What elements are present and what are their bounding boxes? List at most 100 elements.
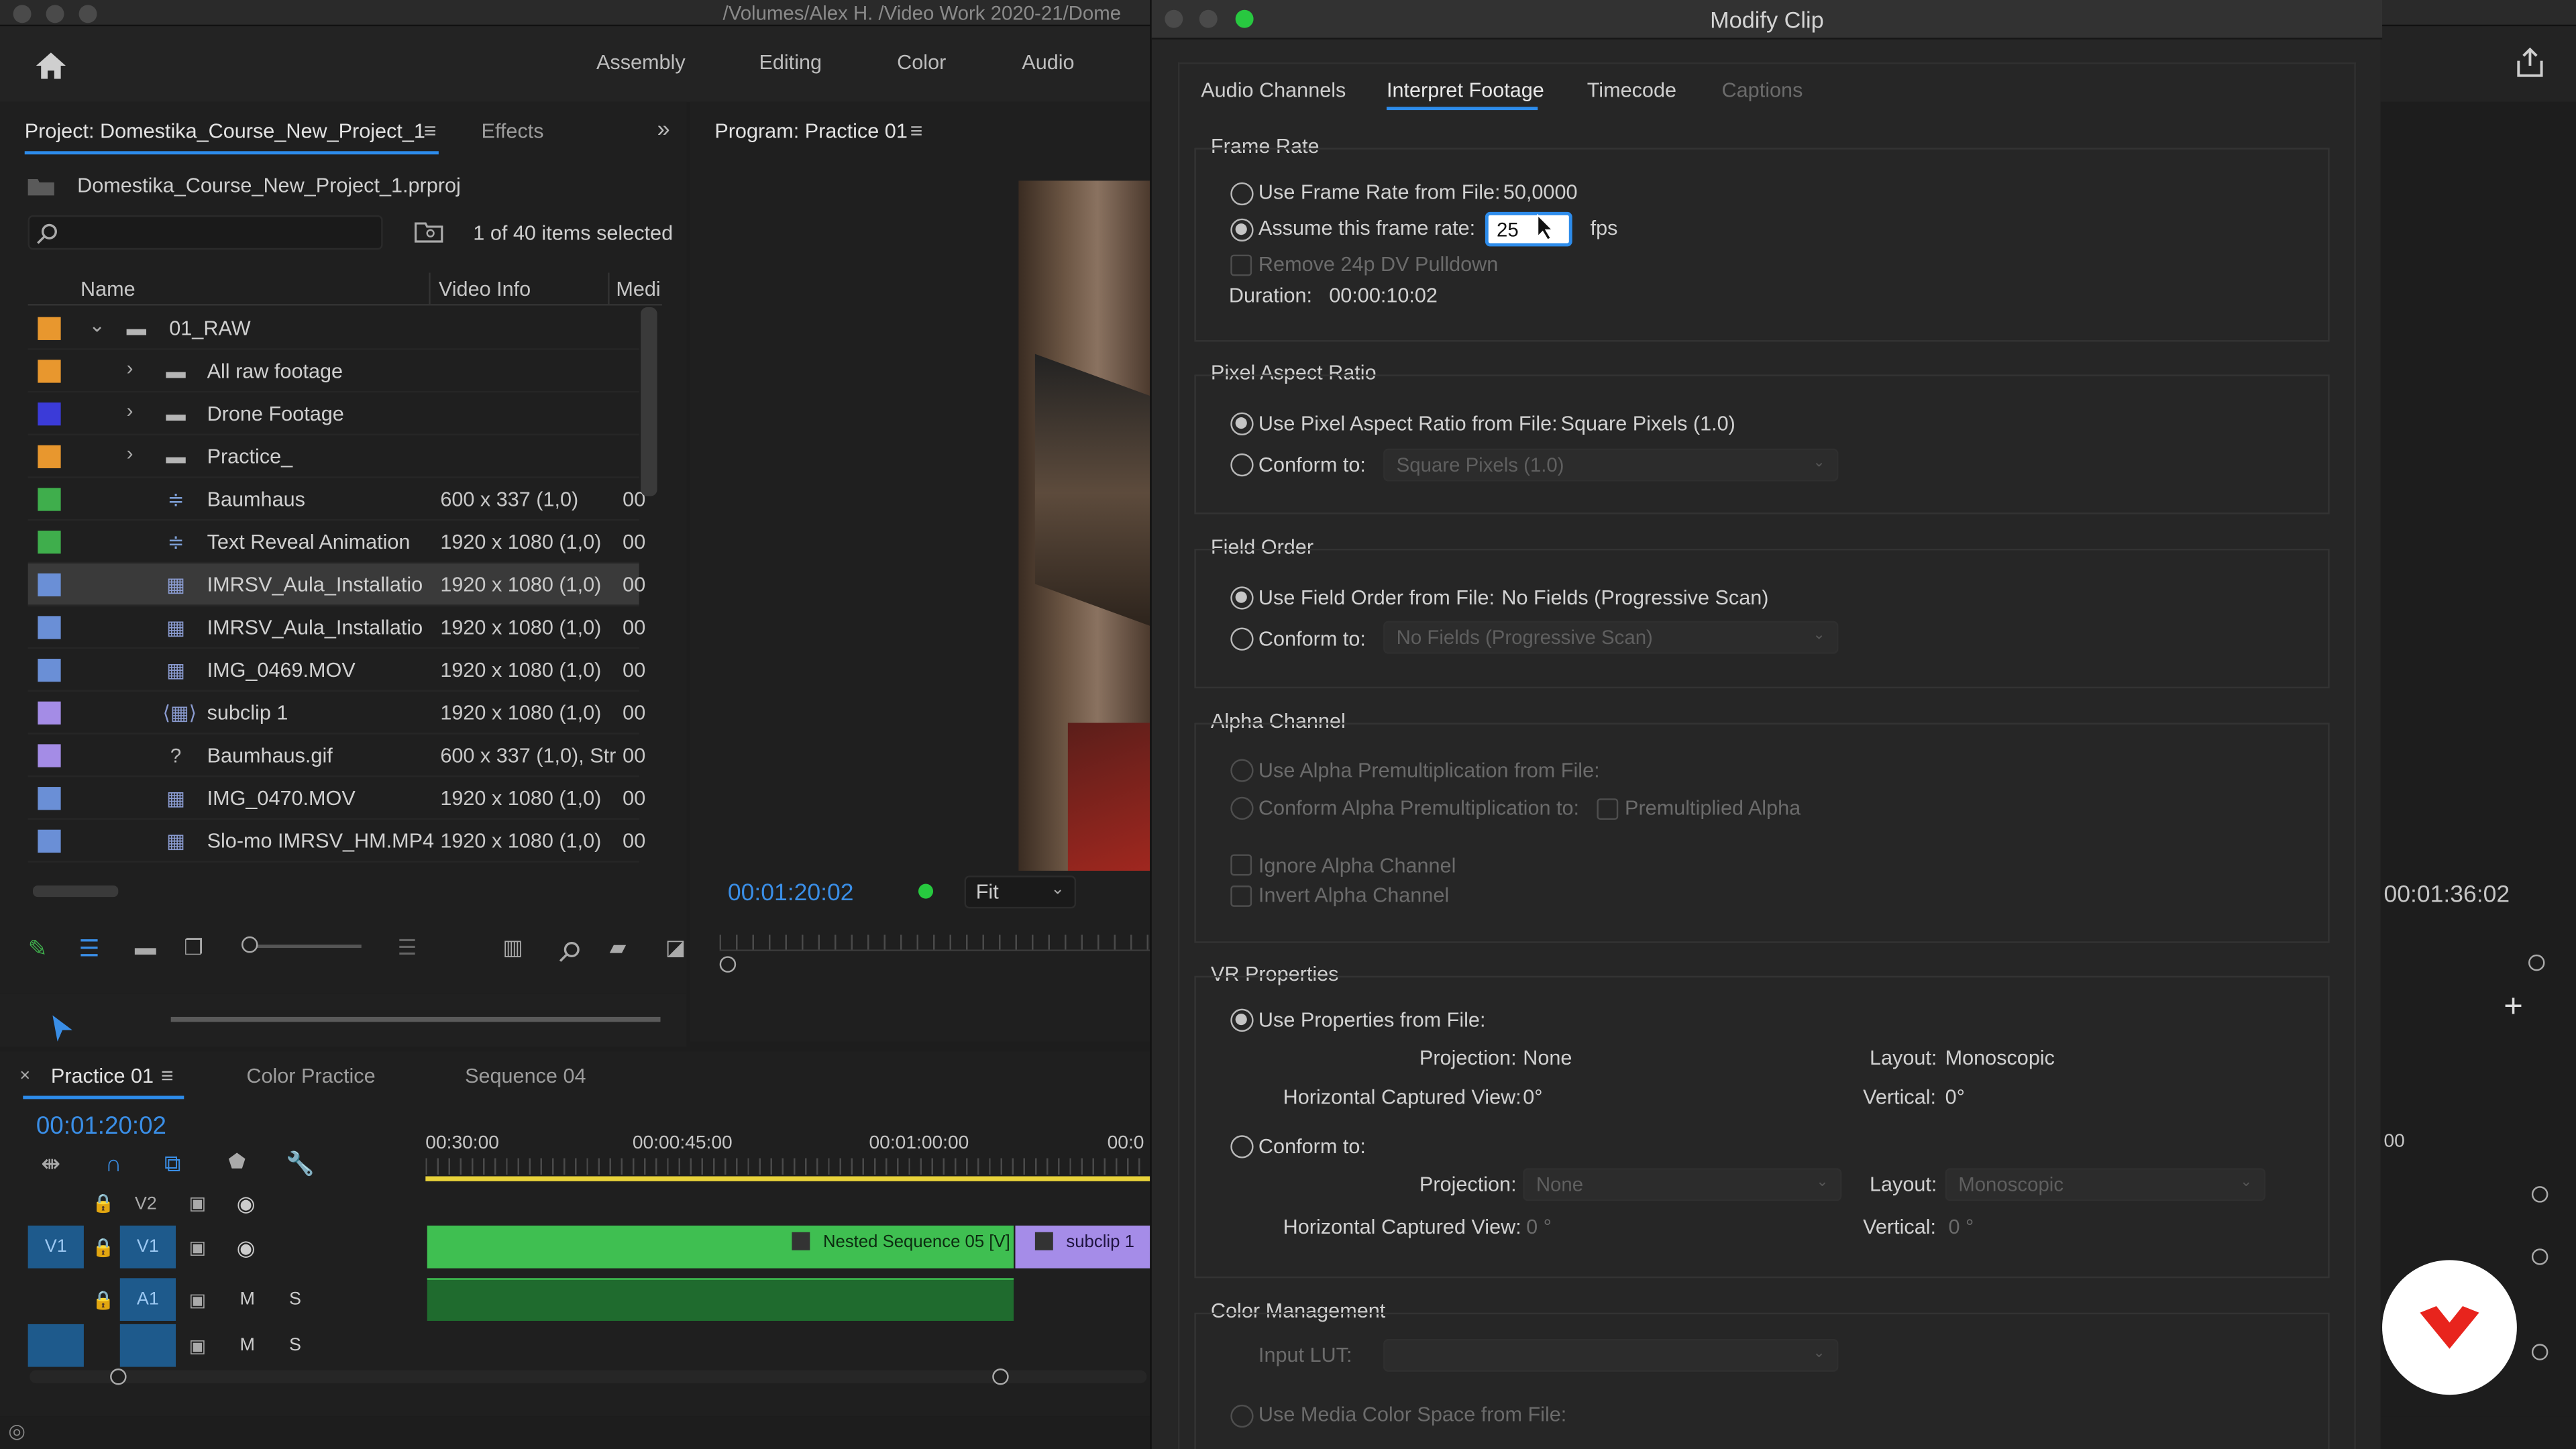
- eye-icon[interactable]: ◉: [237, 1236, 256, 1262]
- dialog-zoom-icon[interactable]: [1235, 9, 1254, 28]
- program-menu-icon[interactable]: ≡: [910, 118, 923, 143]
- add-button[interactable]: +: [2504, 989, 2523, 1026]
- linked-selection-icon[interactable]: ⧉: [164, 1150, 180, 1178]
- list-item[interactable]: ≑ Text Reveal Animation 1920 x 1080 (1,0) 0…: [28, 521, 645, 564]
- automate-icon[interactable]: ▥: [502, 934, 523, 961]
- frame-rate-input[interactable]: 25: [1485, 211, 1572, 247]
- tab-effects[interactable]: Effects: [482, 120, 544, 143]
- label-color-swatch[interactable]: [38, 488, 61, 511]
- pencil-icon[interactable]: ✎: [28, 934, 48, 963]
- chevron-down-icon[interactable]: ⌄: [89, 314, 105, 337]
- use-pixel-aspect-radio[interactable]: [1230, 412, 1254, 435]
- program-timecode[interactable]: 00:01:20:02: [728, 881, 854, 907]
- selection-tool-icon[interactable]: [49, 1014, 75, 1043]
- dialog-minimize-icon[interactable]: [1199, 9, 1218, 28]
- workspace-color[interactable]: Color: [897, 51, 946, 74]
- project-menu-icon[interactable]: ≡: [424, 118, 437, 143]
- new-bin-icon[interactable]: ▰: [610, 934, 626, 961]
- film-icon[interactable]: ▣: [189, 1237, 206, 1258]
- timeline-menu-icon[interactable]: ≡: [161, 1063, 174, 1088]
- panel-overflow-icon[interactable]: »: [657, 115, 670, 141]
- tab-project[interactable]: Project: Domestika_Course_New_Project_1: [25, 120, 425, 143]
- column-media[interactable]: Medi: [616, 278, 660, 301]
- chevron-right-icon[interactable]: ›: [127, 356, 133, 379]
- zoom-handle-left[interactable]: [719, 956, 737, 973]
- source-v1[interactable]: V1: [28, 1225, 84, 1269]
- list-item[interactable]: ▦ IMRSV_Aula_Installatio 1920 x 1080 (1,0)…: [28, 564, 645, 606]
- clip-nested-sequence[interactable]: Nested Sequence 05 [V]: [427, 1225, 1014, 1269]
- label-color-swatch[interactable]: [38, 829, 61, 853]
- zoom-handle-right[interactable]: [2528, 954, 2545, 971]
- zoom-window-icon[interactable]: [78, 5, 97, 23]
- snap-icon[interactable]: ∩: [105, 1150, 122, 1176]
- find-icon[interactable]: [559, 940, 582, 963]
- list-item[interactable]: ? Baumhaus.gif 600 x 337 (1,0), Str 00: [28, 735, 645, 777]
- clip-subclip[interactable]: subclip 1: [1015, 1225, 1150, 1269]
- film-icon[interactable]: ▣: [189, 1193, 206, 1214]
- list-item[interactable]: ⌄ ▬ 01_RAW: [28, 307, 639, 350]
- list-view-icon[interactable]: ☰: [79, 934, 100, 963]
- scroll-handle[interactable]: [2531, 1344, 2548, 1360]
- close-window-icon[interactable]: [13, 5, 32, 23]
- new-search-bin-icon[interactable]: [414, 220, 443, 243]
- list-item[interactable]: › ▬ All raw footage: [28, 350, 639, 393]
- close-tab-icon[interactable]: ×: [19, 1066, 30, 1085]
- list-item[interactable]: ▦ IMRSV_Aula_Installatio 1920 x 1080 (1,0)…: [28, 606, 645, 649]
- track-label-a1[interactable]: A1: [119, 1278, 176, 1321]
- tab-color-practice[interactable]: Color Practice: [246, 1065, 375, 1087]
- lock-icon[interactable]: 🔒: [92, 1289, 115, 1311]
- source-a1[interactable]: [28, 1324, 84, 1367]
- new-item-icon[interactable]: ◪: [665, 934, 686, 961]
- lock-icon[interactable]: 🔒: [92, 1193, 115, 1214]
- label-color-swatch[interactable]: [38, 787, 61, 810]
- chevron-right-icon[interactable]: ›: [127, 442, 133, 465]
- list-item[interactable]: ▦ IMG_0469.MOV 1920 x 1080 (1,0) 00: [28, 649, 645, 692]
- conform-field-order-radio[interactable]: [1230, 627, 1254, 651]
- sort-icon[interactable]: ☰: [398, 934, 417, 961]
- zoom-slider[interactable]: [246, 945, 362, 949]
- tab-interpret-footage[interactable]: Interpret Footage: [1387, 79, 1544, 102]
- list-item[interactable]: ≑ Baumhaus 600 x 337 (1,0) 00: [28, 478, 645, 521]
- scroll-handle-right[interactable]: [992, 1368, 1009, 1385]
- timeline-ruler[interactable]: [425, 1158, 1150, 1175]
- work-area-bar[interactable]: [425, 1176, 1150, 1181]
- scroll-handle[interactable]: [2531, 1248, 2548, 1265]
- wrench-icon[interactable]: 🔧: [286, 1150, 315, 1178]
- list-item[interactable]: › ▬ Drone Footage: [28, 392, 639, 435]
- add-marker-icon[interactable]: ⬟: [228, 1150, 246, 1173]
- solo-button[interactable]: S: [289, 1289, 301, 1309]
- tab-program[interactable]: Program: Practice 01: [714, 120, 908, 143]
- home-icon[interactable]: [33, 49, 69, 82]
- track-label-v1[interactable]: V1: [119, 1225, 176, 1269]
- insert-sequence-icon[interactable]: ⇼: [41, 1150, 60, 1178]
- dialog-close-icon[interactable]: [1165, 9, 1183, 28]
- label-color-swatch[interactable]: [38, 573, 61, 596]
- label-color-swatch[interactable]: [38, 402, 61, 426]
- minimize-window-icon[interactable]: [46, 5, 64, 23]
- list-item[interactable]: ▦ IMG_0470.MOV 1920 x 1080 (1,0) 00: [28, 777, 645, 820]
- remove-pulldown-checkbox[interactable]: [1230, 254, 1252, 276]
- search-input[interactable]: [28, 215, 383, 250]
- zoom-slider-handle[interactable]: [241, 936, 258, 953]
- list-scrollbar[interactable]: [641, 307, 657, 496]
- tab-audio-channels[interactable]: Audio Channels: [1201, 79, 1346, 102]
- track-label-a2[interactable]: [119, 1324, 176, 1367]
- workspace-assembly[interactable]: Assembly: [596, 51, 686, 74]
- icon-view-icon[interactable]: ▬: [135, 934, 156, 959]
- use-vr-properties-radio[interactable]: [1230, 1008, 1254, 1032]
- assume-frame-rate-radio[interactable]: [1230, 218, 1254, 242]
- conform-pixel-aspect-radio[interactable]: [1230, 453, 1254, 477]
- share-icon[interactable]: [2514, 46, 2546, 79]
- mic-icon[interactable]: ▣: [189, 1289, 206, 1311]
- chevron-right-icon[interactable]: ›: [127, 399, 133, 422]
- column-name[interactable]: Name: [80, 278, 136, 301]
- freeform-view-icon[interactable]: ❐: [184, 934, 203, 961]
- label-color-swatch[interactable]: [38, 701, 61, 725]
- label-color-swatch[interactable]: [38, 531, 61, 554]
- label-color-swatch[interactable]: [38, 317, 61, 340]
- eye-icon[interactable]: ◉: [237, 1191, 256, 1218]
- label-color-swatch[interactable]: [38, 659, 61, 682]
- scroll-handle[interactable]: [2531, 1186, 2548, 1203]
- use-frame-rate-radio[interactable]: [1230, 182, 1254, 206]
- workspace-audio[interactable]: Audio: [1022, 51, 1074, 74]
